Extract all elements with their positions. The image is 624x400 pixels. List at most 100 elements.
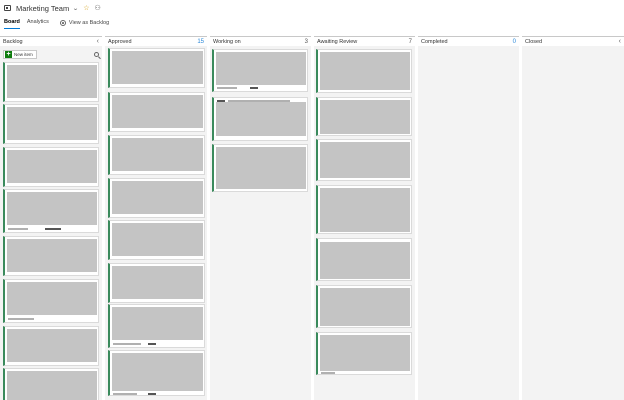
- card-content-placeholder: [216, 52, 306, 85]
- view-as-backlog-button[interactable]: View as Backlog: [59, 20, 110, 26]
- work-item-card[interactable]: [108, 304, 205, 348]
- column-awaiting-review: Awaiting Review 7: [314, 36, 415, 400]
- work-item-card[interactable]: [108, 263, 205, 303]
- column-item-count: 15: [197, 38, 204, 45]
- column-title: Working on: [213, 38, 241, 45]
- column-approved: Approved 15: [105, 36, 207, 400]
- column-title: Backlog: [3, 38, 23, 45]
- board-icon: [4, 5, 11, 11]
- work-item-card[interactable]: [3, 368, 99, 400]
- card-content-placeholder: [216, 147, 306, 189]
- work-item-card[interactable]: [3, 62, 99, 102]
- card-meta: [45, 228, 61, 230]
- card-meta: [217, 100, 225, 102]
- plus-icon: +: [5, 50, 12, 58]
- card-content-placeholder: [112, 95, 203, 128]
- card-content-placeholder: [320, 142, 410, 178]
- collapse-column-icon[interactable]: ‹: [97, 38, 99, 45]
- column-header: Closed ‹: [522, 36, 624, 46]
- card-meta: [250, 87, 258, 89]
- work-item-card[interactable]: [108, 92, 205, 132]
- work-item-card[interactable]: [108, 135, 205, 175]
- card-meta: [113, 393, 137, 395]
- card-content-placeholder: [7, 371, 97, 400]
- card-meta: [8, 318, 34, 320]
- work-item-card[interactable]: [3, 104, 99, 144]
- team-name[interactable]: Marketing Team: [16, 4, 69, 13]
- card-content-placeholder: [320, 242, 410, 279]
- column-title: Approved: [108, 38, 132, 45]
- tab-analytics[interactable]: Analytics: [27, 16, 49, 30]
- column-title: Awaiting Review: [317, 38, 358, 45]
- work-item-card[interactable]: [316, 49, 412, 93]
- work-item-card[interactable]: [316, 285, 412, 328]
- star-icon[interactable]: ☆: [83, 5, 89, 12]
- tab-board[interactable]: Board: [4, 16, 20, 30]
- column-header: Awaiting Review 7: [314, 36, 415, 46]
- column-header: Completed 0: [418, 36, 519, 46]
- column-title: Closed: [525, 38, 543, 45]
- card-content-placeholder: [112, 353, 203, 391]
- work-item-card[interactable]: [316, 238, 412, 281]
- card-content-placeholder: [7, 282, 97, 315]
- card-content-placeholder: [112, 266, 203, 299]
- card-content-placeholder: [320, 52, 410, 90]
- work-item-card[interactable]: [3, 279, 99, 323]
- card-content-placeholder: [320, 188, 410, 232]
- card-content-placeholder: [7, 329, 97, 362]
- card-content-placeholder: [112, 223, 203, 256]
- work-item-card[interactable]: [3, 147, 99, 187]
- new-item-button[interactable]: + New item: [3, 49, 37, 59]
- work-item-card[interactable]: [316, 185, 412, 234]
- card-content-placeholder: [112, 307, 203, 340]
- card-meta: [8, 228, 28, 230]
- card-content-placeholder: [7, 107, 97, 140]
- card-content-placeholder: [320, 288, 410, 326]
- work-item-card[interactable]: [212, 49, 308, 92]
- column-title: Completed: [421, 38, 448, 45]
- card-content-placeholder: [7, 150, 97, 183]
- top-bar: Marketing Team ⌄ ☆ ⚇: [0, 0, 624, 16]
- work-item-card[interactable]: [108, 220, 205, 260]
- column-completed: Completed 0: [418, 36, 519, 400]
- tab-bar: Board Analytics View as Backlog: [0, 16, 624, 30]
- new-item-row: + New item: [0, 48, 102, 60]
- card-content-placeholder: [216, 102, 306, 136]
- work-item-card[interactable]: [212, 97, 308, 141]
- card-meta: [228, 100, 290, 102]
- work-item-card[interactable]: [108, 48, 205, 88]
- card-content-placeholder: [320, 100, 410, 134]
- new-item-label: New item: [14, 51, 33, 57]
- card-content-placeholder: [7, 65, 97, 98]
- work-item-card[interactable]: [316, 97, 412, 136]
- search-icon[interactable]: [94, 51, 99, 57]
- kanban-board: Backlog ‹ + New item Approved 15 Working…: [0, 36, 624, 400]
- card-content-placeholder: [112, 138, 203, 171]
- column-item-count: 7: [408, 38, 412, 45]
- backlog-view-icon: [59, 20, 66, 26]
- work-item-card[interactable]: [316, 139, 412, 181]
- collapse-column-icon[interactable]: ‹: [619, 38, 621, 45]
- work-item-card[interactable]: [108, 178, 205, 218]
- work-item-card[interactable]: [3, 189, 99, 233]
- chevron-down-icon[interactable]: ⌄: [72, 5, 79, 12]
- work-item-card[interactable]: [316, 332, 412, 375]
- card-meta: [217, 87, 237, 89]
- column-closed: Closed ‹: [522, 36, 624, 400]
- column-header: Approved 15: [105, 36, 207, 46]
- card-meta: [113, 343, 141, 345]
- work-item-card[interactable]: [108, 350, 205, 396]
- work-item-card[interactable]: [3, 326, 99, 366]
- column-item-count: 3: [304, 38, 308, 45]
- work-item-card[interactable]: [3, 236, 99, 276]
- column-backlog: Backlog ‹ + New item: [0, 36, 102, 400]
- card-content-placeholder: [320, 335, 410, 371]
- people-icon[interactable]: ⚇: [95, 5, 101, 12]
- work-item-card[interactable]: [212, 144, 308, 192]
- card-meta: [148, 393, 156, 395]
- column-working-on: Working on 3: [210, 36, 311, 400]
- view-as-backlog-label: View as Backlog: [68, 20, 110, 26]
- card-meta: [148, 343, 156, 345]
- card-content-placeholder: [112, 181, 203, 214]
- column-item-count: 0: [512, 38, 516, 45]
